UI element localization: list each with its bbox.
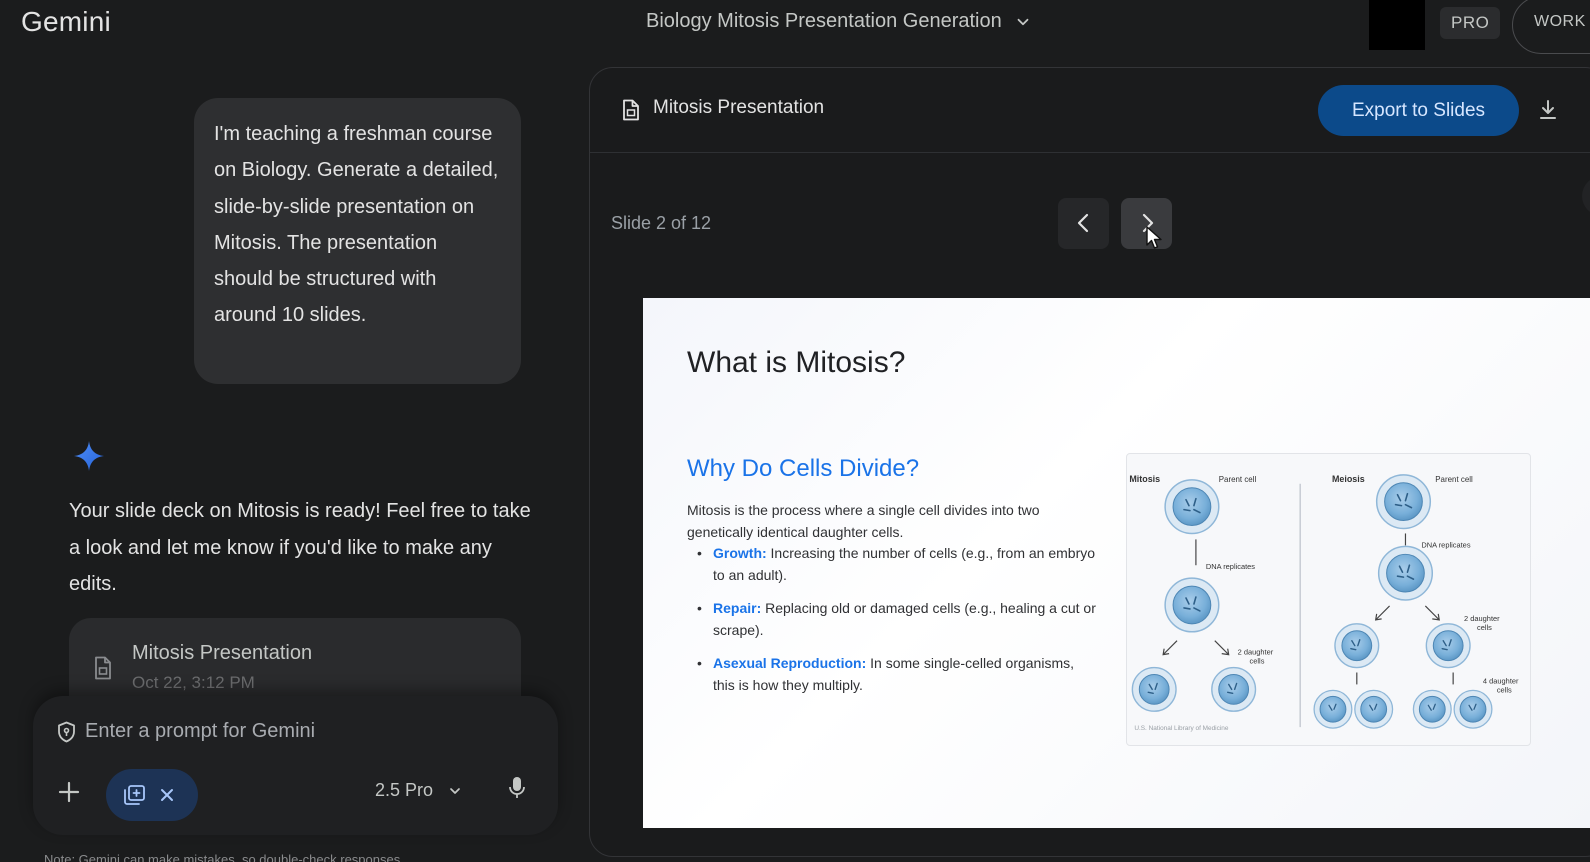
- cursor-icon: [1146, 226, 1162, 249]
- model-selector[interactable]: 2.5 Pro: [375, 780, 463, 801]
- diagram-label-four-daughter: 4 daughter: [1483, 676, 1519, 685]
- export-to-slides-button[interactable]: Export to Slides: [1318, 85, 1519, 136]
- canvas-tool-chip[interactable]: [106, 769, 198, 821]
- bullet-text: Increasing the number of cells (e.g., fr…: [713, 545, 1096, 583]
- diagram-label-mitosis: Mitosis: [1129, 474, 1160, 484]
- pro-badge: PRO: [1440, 7, 1501, 39]
- shield-icon: [58, 721, 75, 743]
- diagram-label-dna-replicates: DNA replicates: [1206, 562, 1255, 571]
- bullet-term: Growth:: [713, 545, 767, 561]
- canvas-header: Mitosis Presentation Export to Slides: [590, 68, 1590, 153]
- slide-bullet: Growth: Increasing the number of cells (…: [687, 542, 1099, 586]
- gemini-star-icon: [74, 441, 104, 471]
- chevron-left-icon: [1077, 213, 1089, 233]
- bullet-term: Asexual Reproduction:: [713, 655, 867, 671]
- gemini-response: Your slide deck on Mitosis is ready! Fee…: [69, 500, 531, 595]
- presentation-card-date: Oct 22, 3:12 PM: [132, 673, 255, 692]
- bullet-term: Repair:: [713, 600, 762, 616]
- app-title[interactable]: Gemini: [21, 6, 111, 38]
- diagram-label-two-daughter: 2 daughter: [1238, 648, 1274, 657]
- diagram-label-two-daughter: 2 daughter: [1464, 614, 1500, 623]
- microphone-icon[interactable]: [507, 775, 527, 801]
- diagram-svg: Mitosis Parent cell DNA replicates 2 dau…: [1129, 474, 1519, 732]
- chevron-down-icon: [1017, 18, 1029, 25]
- plus-icon[interactable]: [55, 778, 83, 806]
- slide-intro: Mitosis is the process where a single ce…: [687, 502, 1040, 540]
- canvas-title: Mitosis Presentation: [653, 97, 825, 118]
- diagram-label-cells: cells: [1250, 657, 1265, 666]
- slide-counter: Slide 2 of 12: [611, 213, 712, 233]
- mitosis-meiosis-diagram: Mitosis Parent cell DNA replicates 2 dau…: [1126, 453, 1531, 746]
- work-account-button[interactable]: WORK: [1512, 0, 1590, 54]
- disclaimer-footnote: Note: Gemini can make mistakes, so doubl…: [44, 852, 401, 862]
- canvas-panel: Mitosis Presentation Export to Slides Sl…: [589, 67, 1590, 857]
- slide-title: What is Mitosis?: [687, 346, 906, 379]
- diagram-label-parent-cell: Parent cell: [1219, 475, 1257, 484]
- close-icon[interactable]: [158, 786, 176, 804]
- slide-bullet: Repair: Replacing old or damaged cells (…: [687, 597, 1099, 641]
- document-icon: [95, 656, 111, 680]
- slide-subtitle: Why Do Cells Divide?: [687, 455, 920, 482]
- previous-slide-button[interactable]: [1058, 198, 1109, 249]
- diagram-label-cells: cells: [1497, 685, 1512, 694]
- document-icon: [623, 99, 639, 121]
- prompt-box: 2.5 Pro: [33, 696, 558, 835]
- user-message: I'm teaching a freshman course on Biolog…: [194, 98, 521, 384]
- chat-title-text: Biology Mitosis Presentation Generation: [646, 10, 1002, 32]
- diagram-label-parent-cell: Parent cell: [1435, 475, 1473, 484]
- download-icon[interactable]: [1538, 99, 1558, 121]
- canvas-tool-icon: [124, 785, 145, 805]
- bullet-text: Replacing old or damaged cells (e.g., he…: [713, 600, 1096, 638]
- diagram-label-dna-replicates: DNA replicates: [1421, 540, 1470, 549]
- slide-bullet-list: Growth: Increasing the number of cells (…: [687, 542, 1099, 707]
- prompt-input[interactable]: [85, 714, 505, 748]
- side-tool-button[interactable]: [1582, 176, 1590, 216]
- model-selector-label: 2.5 Pro: [375, 780, 434, 800]
- chevron-down-icon: [450, 787, 460, 794]
- diagram-credit: U.S. National Library of Medicine: [1134, 725, 1229, 732]
- diagram-label-meiosis: Meiosis: [1332, 474, 1365, 484]
- diagram-label-cells: cells: [1477, 623, 1492, 632]
- presentation-card-title: Mitosis Presentation: [132, 642, 313, 664]
- slide-preview: What is Mitosis? Why Do Cells Divide? Mi…: [643, 298, 1590, 828]
- chat-title-dropdown[interactable]: Biology Mitosis Presentation Generation: [646, 10, 1032, 33]
- redacted-block: [1369, 0, 1425, 50]
- slide-bullet: Asexual Reproduction: In some single-cel…: [687, 652, 1099, 696]
